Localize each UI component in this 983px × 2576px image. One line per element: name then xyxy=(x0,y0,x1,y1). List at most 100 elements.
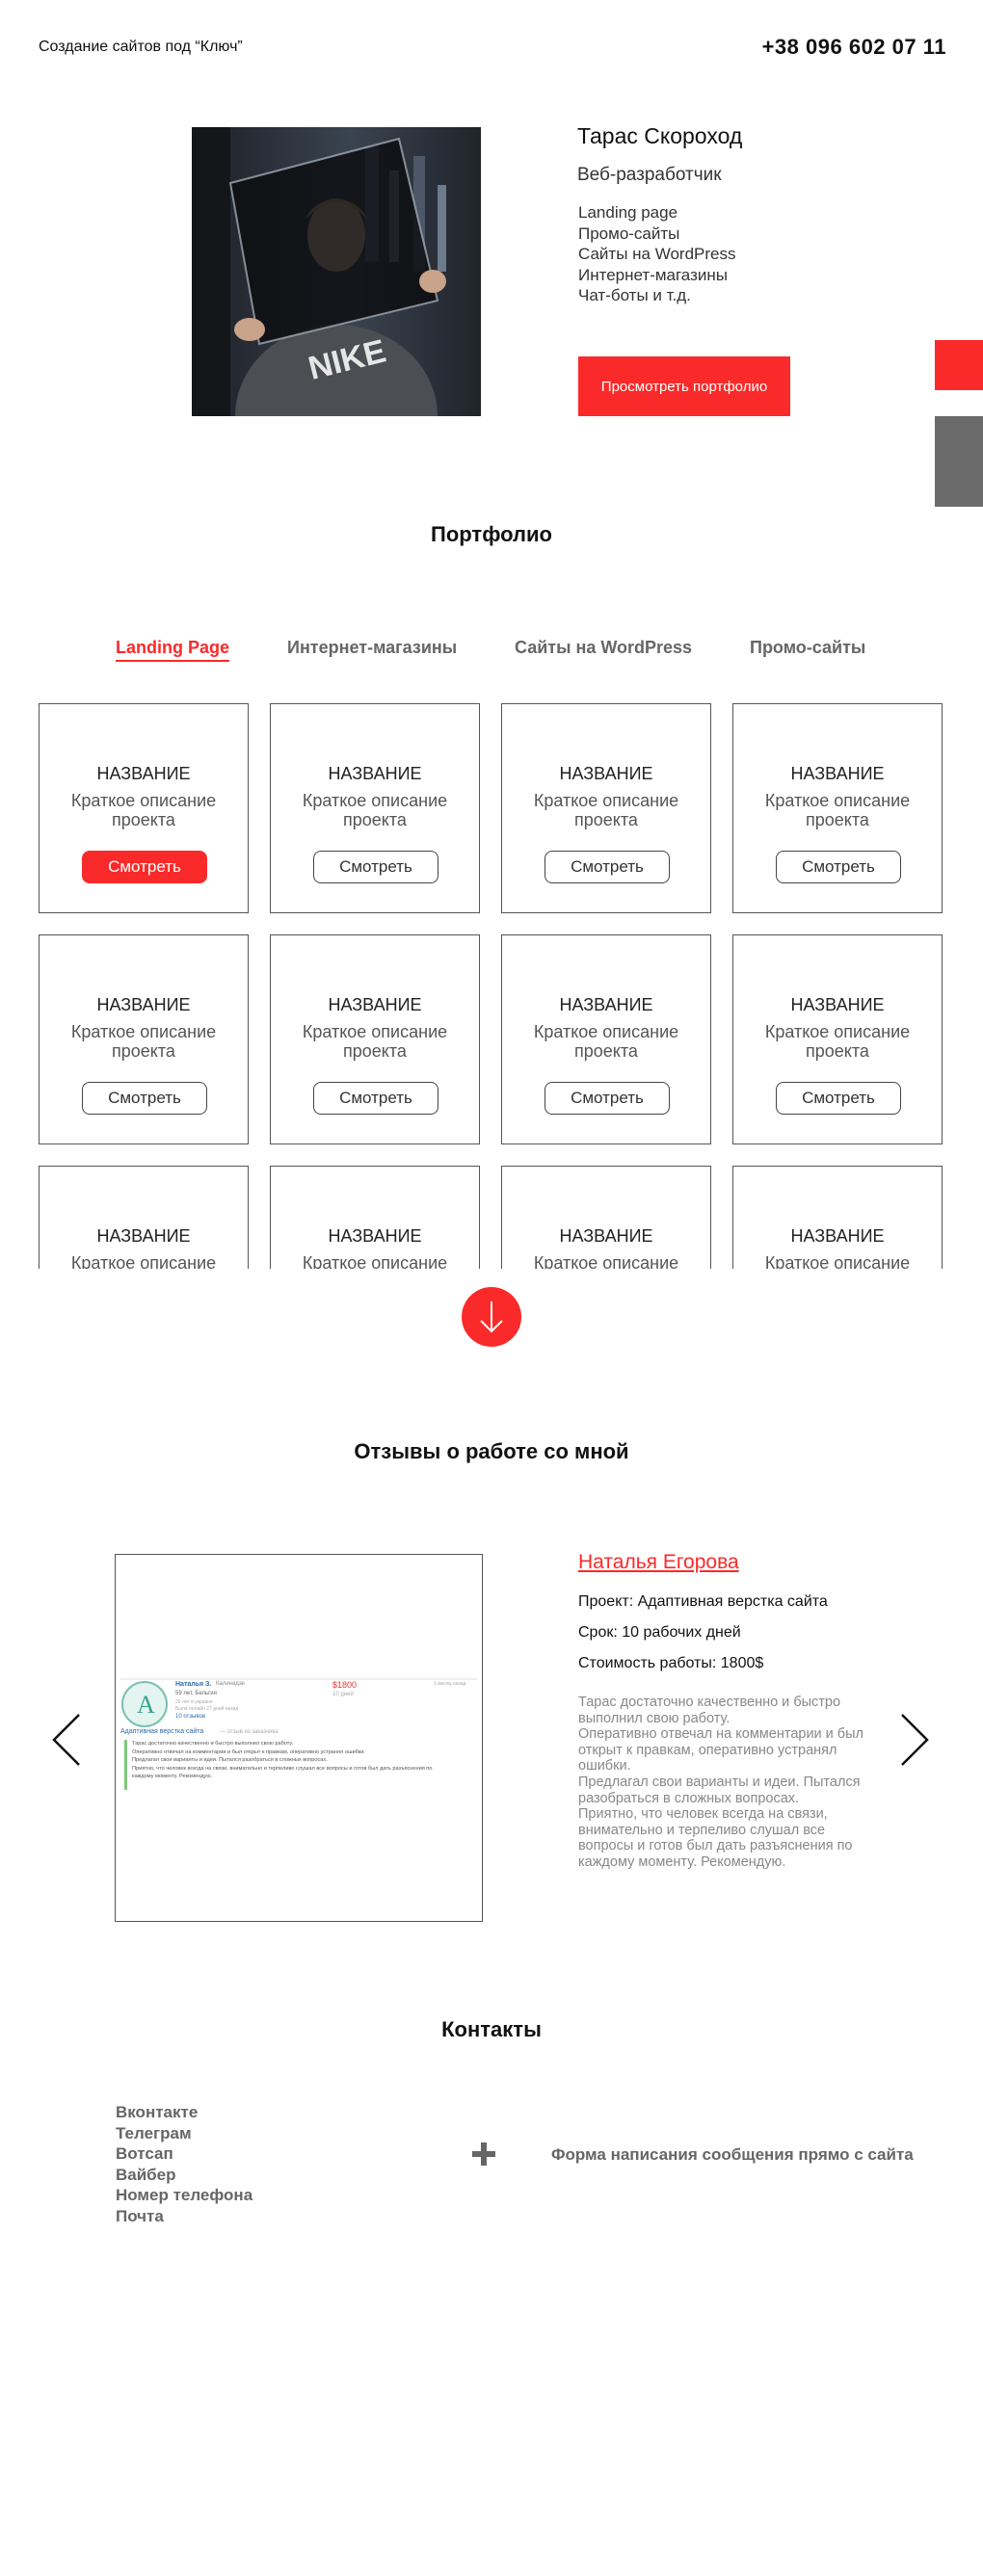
portfolio-grid: НАЗВАНИЕ Краткое описание проекта Смотреть Н… xyxy=(39,703,946,1269)
view-project-button[interactable]: Смотреть xyxy=(545,851,670,883)
card-title: НАЗВАНИЕ xyxy=(790,1226,885,1246)
reviews-title: Отзывы о работе со мной xyxy=(354,1439,629,1463)
mini-project-note: — отзыв из заказчика xyxy=(220,1729,279,1735)
card-description: Краткое описаниепроекта xyxy=(764,791,911,829)
contact-email[interactable]: Почта xyxy=(116,2206,252,2227)
mini-days: 10 дней xyxy=(332,1692,354,1697)
card-description: Краткое описаниепроекта xyxy=(70,791,217,829)
side-tab-gray[interactable] xyxy=(935,416,983,507)
portfolio-card: НАЗВАНИЕКраткое описаниепроектаСмотреть xyxy=(501,1166,711,1269)
card-title: НАЗВАНИЕ xyxy=(559,995,653,1014)
tab-promo-sites[interactable]: Промо-сайты xyxy=(750,638,865,658)
service-item: Сайты на WordPress xyxy=(578,245,736,263)
service-item: Landing page xyxy=(578,203,678,222)
card-title: НАЗВАНИЕ xyxy=(96,1226,191,1246)
phone-number[interactable]: +38 096 602 07 11 xyxy=(762,35,946,60)
portfolio-card: НАЗВАНИЕ Краткое описаниепроекта Смотреть xyxy=(39,934,249,1144)
portfolio-card: НАЗВАНИЕКраткое описаниепроектаСмотреть xyxy=(732,1166,943,1269)
mini-ago: 1 месяц назад xyxy=(434,1681,466,1687)
view-project-button[interactable]: Смотреть xyxy=(776,1082,901,1115)
mini-price: $1800 xyxy=(332,1680,358,1690)
next-review-button[interactable] xyxy=(894,1711,933,1769)
card-description: Краткое описаниепроекта xyxy=(533,791,679,829)
reviewer-name-link[interactable]: Наталья Егорова xyxy=(578,1551,739,1574)
chevron-right-icon xyxy=(901,1714,929,1766)
review-project: Проект: Адаптивная верстка сайта xyxy=(578,1593,828,1610)
portfolio-card: НАЗВАНИЕКраткое описаниепроектаСмотреть xyxy=(270,1166,480,1269)
service-item: Чат-боты и т.д. xyxy=(578,286,691,304)
card-title: НАЗВАНИЕ xyxy=(328,764,422,783)
card-title: НАЗВАНИЕ xyxy=(790,995,885,1014)
mini-reviewer-city: Калинадзе xyxy=(216,1681,245,1687)
tab-landing-page[interactable]: Landing Page xyxy=(116,638,230,662)
card-description: Краткое описаниепроекта xyxy=(70,1253,217,1269)
portfolio-title: Портфолио xyxy=(431,522,552,546)
mini-review-text: Тарас достаточно качественно и быстро вы… xyxy=(132,1741,433,1779)
developer-name: Тарас Скороход xyxy=(577,123,743,148)
view-portfolio-button[interactable]: Просмотреть портфолио xyxy=(578,356,790,416)
contact-whatsapp[interactable]: Вотсап xyxy=(116,2143,252,2165)
card-description: Краткое описаниепроекта xyxy=(302,1253,448,1269)
view-project-button[interactable]: Смотреть xyxy=(82,851,207,883)
chevron-left-icon xyxy=(52,1714,80,1766)
card-description: Краткое описаниепроекта xyxy=(764,1253,911,1269)
portfolio-card: НАЗВАНИЕ Краткое описаниепроекта Смотреть xyxy=(732,934,943,1144)
tab-online-stores[interactable]: Интернет-магазины xyxy=(287,638,457,658)
card-description: Краткое описаниепроекта xyxy=(302,791,448,829)
card-title: НАЗВАНИЕ xyxy=(559,764,653,783)
view-project-button[interactable]: Смотреть xyxy=(776,851,901,883)
contact-form-placeholder[interactable]: Форма написания сообщения прямо с сайта xyxy=(551,2145,914,2165)
reviewer-avatar: A xyxy=(120,1680,169,1728)
mini-reviews-count: 10 отзывов xyxy=(175,1714,206,1720)
portfolio-card: НАЗВАНИЕКраткое описаниепроектаСмотреть xyxy=(39,1166,249,1269)
contact-vkontakte[interactable]: Вконтакте xyxy=(116,2102,252,2123)
mini-project-link: Адаптивная верстка сайта xyxy=(120,1728,204,1735)
contacts-list: Вконтакте Телеграм Вотсап Вайбер Номер т… xyxy=(116,2102,252,2226)
contact-telegram[interactable]: Телеграм xyxy=(116,2123,252,2144)
contact-viber[interactable]: Вайбер xyxy=(116,2165,252,2186)
developer-role: Веб-разработчик xyxy=(577,165,722,185)
card-description: Краткое описаниепроекта xyxy=(70,1022,217,1061)
review-cost: Стоимость работы: 1800$ xyxy=(578,1655,764,1671)
previous-review-button[interactable] xyxy=(48,1711,87,1769)
mini-meta-2: Была онлайн 27 дней назад xyxy=(175,1706,239,1712)
contact-phone[interactable]: Номер телефона xyxy=(116,2185,252,2206)
mini-reviewer-age: 59 лет, Бельгия xyxy=(175,1691,217,1696)
card-title: НАЗВАНИЕ xyxy=(328,1226,422,1246)
card-title: НАЗВАНИЕ xyxy=(328,995,422,1014)
site-title: Создание сайтов под “Ключ” xyxy=(39,39,243,55)
profile-photo-image: NIKE xyxy=(192,127,481,416)
portfolio-card: НАЗВАНИЕ Краткое описаниепроекта Смотреть xyxy=(270,703,480,913)
review-screenshot: A Наталья З. Калинадзе 59 лет, Бельгия 2… xyxy=(115,1554,483,1922)
portfolio-card: НАЗВАНИЕ Краткое описаниепроекта Смотреть xyxy=(501,934,711,1144)
view-project-button[interactable]: Смотреть xyxy=(82,1082,207,1115)
view-project-button[interactable]: Смотреть xyxy=(545,1082,670,1115)
portfolio-card: НАЗВАНИЕ Краткое описаниепроекта Смотреть xyxy=(270,934,480,1144)
card-description: Краткое описаниепроекта xyxy=(533,1022,679,1061)
show-more-button[interactable] xyxy=(462,1287,521,1347)
portfolio-card: НАЗВАНИЕ Краткое описаниепроекта Смотреть xyxy=(39,703,249,913)
review-text: Тарас достаточно качественно и быстро вы… xyxy=(578,1695,863,1870)
tab-wordpress-sites[interactable]: Сайты на WordPress xyxy=(515,638,692,658)
svg-text:A: A xyxy=(137,1691,155,1719)
side-tab-red[interactable] xyxy=(935,340,983,390)
arrow-down-icon xyxy=(480,1301,503,1333)
mini-meta-1: 20 лет в украине xyxy=(175,1699,213,1705)
portfolio-card: НАЗВАНИЕ Краткое описаниепроекта Смотреть xyxy=(501,703,711,913)
services-list: Landing page Промо-сайты Сайты на WordPr… xyxy=(578,202,735,306)
service-item: Интернет-магазины xyxy=(578,265,728,284)
review-term: Срок: 10 рабочих дней xyxy=(578,1624,741,1641)
view-project-button[interactable]: Смотреть xyxy=(313,1082,438,1115)
portfolio-card: НАЗВАНИЕ Краткое описаниепроекта Смотреть xyxy=(732,703,943,913)
card-description: Краткое описаниепроекта xyxy=(302,1022,448,1061)
card-title: НАЗВАНИЕ xyxy=(96,764,191,783)
mini-reviewer-name: Наталья З. xyxy=(175,1681,212,1688)
card-title: НАЗВАНИЕ xyxy=(790,764,885,783)
card-title: НАЗВАНИЕ xyxy=(96,995,191,1014)
service-item: Промо-сайты xyxy=(578,223,680,243)
card-description: Краткое описаниепроекта xyxy=(533,1253,679,1269)
card-description: Краткое описаниепроекта xyxy=(764,1022,911,1061)
view-project-button[interactable]: Смотреть xyxy=(313,851,438,883)
card-title: НАЗВАНИЕ xyxy=(559,1226,653,1246)
plus-icon[interactable] xyxy=(470,2141,497,2168)
